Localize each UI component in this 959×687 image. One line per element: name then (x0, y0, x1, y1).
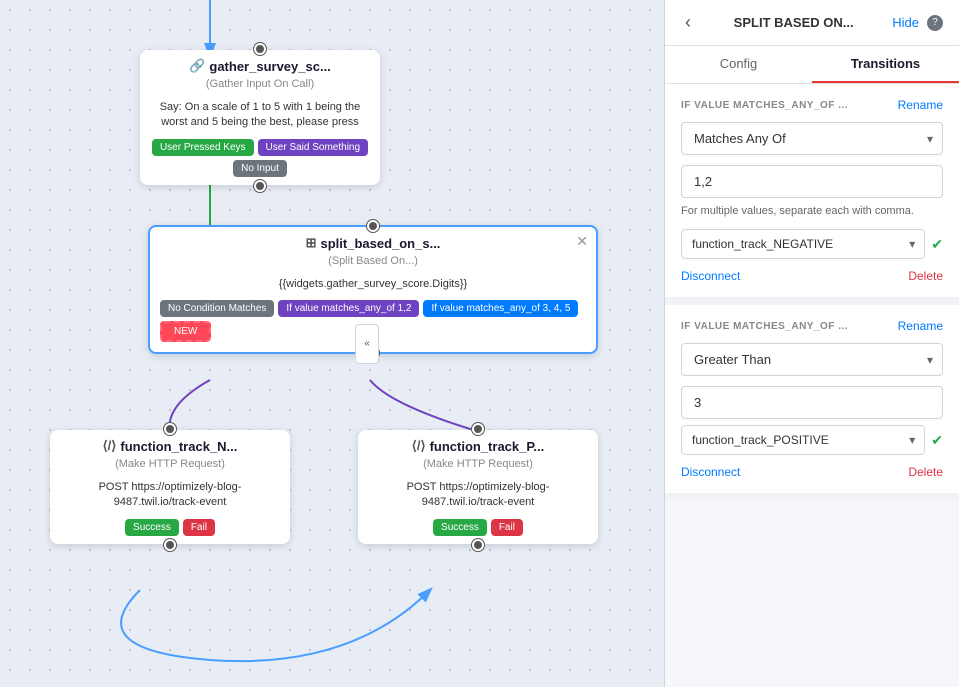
func-neg-body: POST https://optimizely-blog-9487.twil.i… (50, 476, 290, 519)
transition-2-condition-wrapper: Matches Any Of Greater Than Less Than Eq… (681, 343, 943, 376)
transition-1-disconnect-btn[interactable]: Disconnect (681, 269, 740, 283)
transition-1-actions: Disconnect Delete (681, 269, 943, 283)
tag-new[interactable]: NEW (160, 321, 211, 342)
transition-1-rename-btn[interactable]: Rename (898, 98, 943, 112)
transition-2-destination-row: function_track_NEGATIVE function_track_P… (681, 425, 943, 455)
tag-user-said: User Said Something (258, 139, 369, 156)
split-icon: ⊞ (306, 235, 317, 251)
hide-btn[interactable]: Hide (892, 15, 919, 30)
split-node-subtitle: (Split Based On...) (150, 255, 596, 273)
func-neg-icon: ⟨/⟩ (103, 438, 117, 454)
transition-2-delete-btn[interactable]: Delete (908, 465, 943, 479)
tag-no-condition: No Condition Matches (160, 300, 274, 317)
gather-node-dot-top (254, 43, 266, 55)
split-node-title: split_based_on_s... (320, 236, 440, 251)
canvas-area: 🔗 gather_survey_sc... (Gather Input On C… (0, 0, 664, 687)
panel-back-btn[interactable]: ‹ (681, 12, 695, 33)
collapse-panel-btn[interactable]: « (355, 324, 379, 364)
panel-tabs: Config Transitions (665, 46, 959, 84)
transition-block-1: IF VALUE MATCHES_ANY_OF ... Rename Match… (665, 84, 959, 305)
func-neg-dot-top (164, 423, 176, 435)
transition-1-value-input[interactable] (681, 165, 943, 198)
transition-2-check-icon: ✔ (931, 432, 943, 449)
tag-matches-1-2: If value matches_any_of 1,2 (278, 300, 419, 317)
func-pos-subtitle: (Make HTTP Request) (358, 458, 598, 476)
transition-2-dest-select[interactable]: function_track_NEGATIVE function_track_P… (681, 425, 925, 455)
transition-2-value-input[interactable] (681, 386, 943, 419)
tag-fail-neg: Fail (183, 519, 215, 536)
func-neg-title: function_track_N... (120, 439, 237, 454)
gather-node-body: Say: On a scale of 1 to 5 with 1 being t… (140, 96, 380, 139)
func-pos-dot-bottom (472, 539, 484, 551)
help-icon[interactable]: ? (927, 15, 943, 31)
transition-2-dest-wrapper: function_track_NEGATIVE function_track_P… (681, 425, 925, 455)
gather-node-dot-bottom (254, 180, 266, 192)
transition-block-2: IF VALUE MATCHES_ANY_OF ... Rename Match… (665, 305, 959, 501)
tab-transitions[interactable]: Transitions (812, 46, 959, 83)
transition-2-label: IF VALUE MATCHES_ANY_OF ... (681, 321, 848, 332)
split-node-close[interactable]: ✕ (576, 233, 588, 250)
transition-2-header: IF VALUE MATCHES_ANY_OF ... Rename (681, 319, 943, 333)
func-neg-subtitle: (Make HTTP Request) (50, 458, 290, 476)
transition-1-dest-wrapper: function_track_NEGATIVE function_track_P… (681, 229, 925, 259)
transition-1-label: IF VALUE MATCHES_ANY_OF ... (681, 100, 848, 111)
func-neg-dot-bottom (164, 539, 176, 551)
tag-no-input: No Input (233, 160, 287, 177)
gather-node-title: gather_survey_sc... (209, 59, 330, 74)
transition-1-helper: For multiple values, separate each with … (681, 204, 943, 219)
transition-1-delete-btn[interactable]: Delete (908, 269, 943, 283)
gather-node-tags: User Pressed Keys User Said Something No… (140, 139, 380, 185)
tag-matches-3-4-5: If value matches_any_of 3, 4, 5 (423, 300, 578, 317)
tag-success-pos: Success (433, 519, 487, 536)
tag-success-neg: Success (125, 519, 179, 536)
tab-config[interactable]: Config (665, 46, 812, 83)
func-pos-body: POST https://optimizely-blog-9487.twil.i… (358, 476, 598, 519)
gather-node[interactable]: 🔗 gather_survey_sc... (Gather Input On C… (140, 50, 380, 185)
tag-fail-pos: Fail (491, 519, 523, 536)
gather-node-subtitle: (Gather Input On Call) (140, 78, 380, 96)
transition-1-condition-select[interactable]: Matches Any Of Greater Than Less Than Eq… (681, 122, 943, 155)
split-node-dot-top (367, 220, 379, 232)
func-pos-icon: ⟨/⟩ (412, 438, 426, 454)
panel-content: IF VALUE MATCHES_ANY_OF ... Rename Match… (665, 84, 959, 687)
func-pos-node[interactable]: ⟨/⟩ function_track_P... (Make HTTP Reque… (358, 430, 598, 544)
tag-user-pressed: User Pressed Keys (152, 139, 254, 156)
transition-2-actions: Disconnect Delete (681, 465, 943, 479)
transition-1-check-icon: ✔ (931, 236, 943, 253)
transition-1-header: IF VALUE MATCHES_ANY_OF ... Rename (681, 98, 943, 112)
transition-2-condition-select[interactable]: Matches Any Of Greater Than Less Than Eq… (681, 343, 943, 376)
func-pos-title: function_track_P... (430, 439, 545, 454)
panel-header: ‹ SPLIT BASED ON... Hide ? (665, 0, 959, 46)
transition-1-dest-select[interactable]: function_track_NEGATIVE function_track_P… (681, 229, 925, 259)
panel-title: SPLIT BASED ON... (703, 15, 884, 30)
split-node-body: {{widgets.gather_survey_score.Digits}} (150, 273, 596, 300)
transition-1-destination-row: function_track_NEGATIVE function_track_P… (681, 229, 943, 259)
func-pos-dot-top (472, 423, 484, 435)
transition-1-condition-wrapper: Matches Any Of Greater Than Less Than Eq… (681, 122, 943, 155)
gather-icon: 🔗 (189, 58, 205, 74)
func-neg-node[interactable]: ⟨/⟩ function_track_N... (Make HTTP Reque… (50, 430, 290, 544)
transition-2-disconnect-btn[interactable]: Disconnect (681, 465, 740, 479)
right-panel: ‹ SPLIT BASED ON... Hide ? Config Transi… (664, 0, 959, 687)
transition-2-rename-btn[interactable]: Rename (898, 319, 943, 333)
